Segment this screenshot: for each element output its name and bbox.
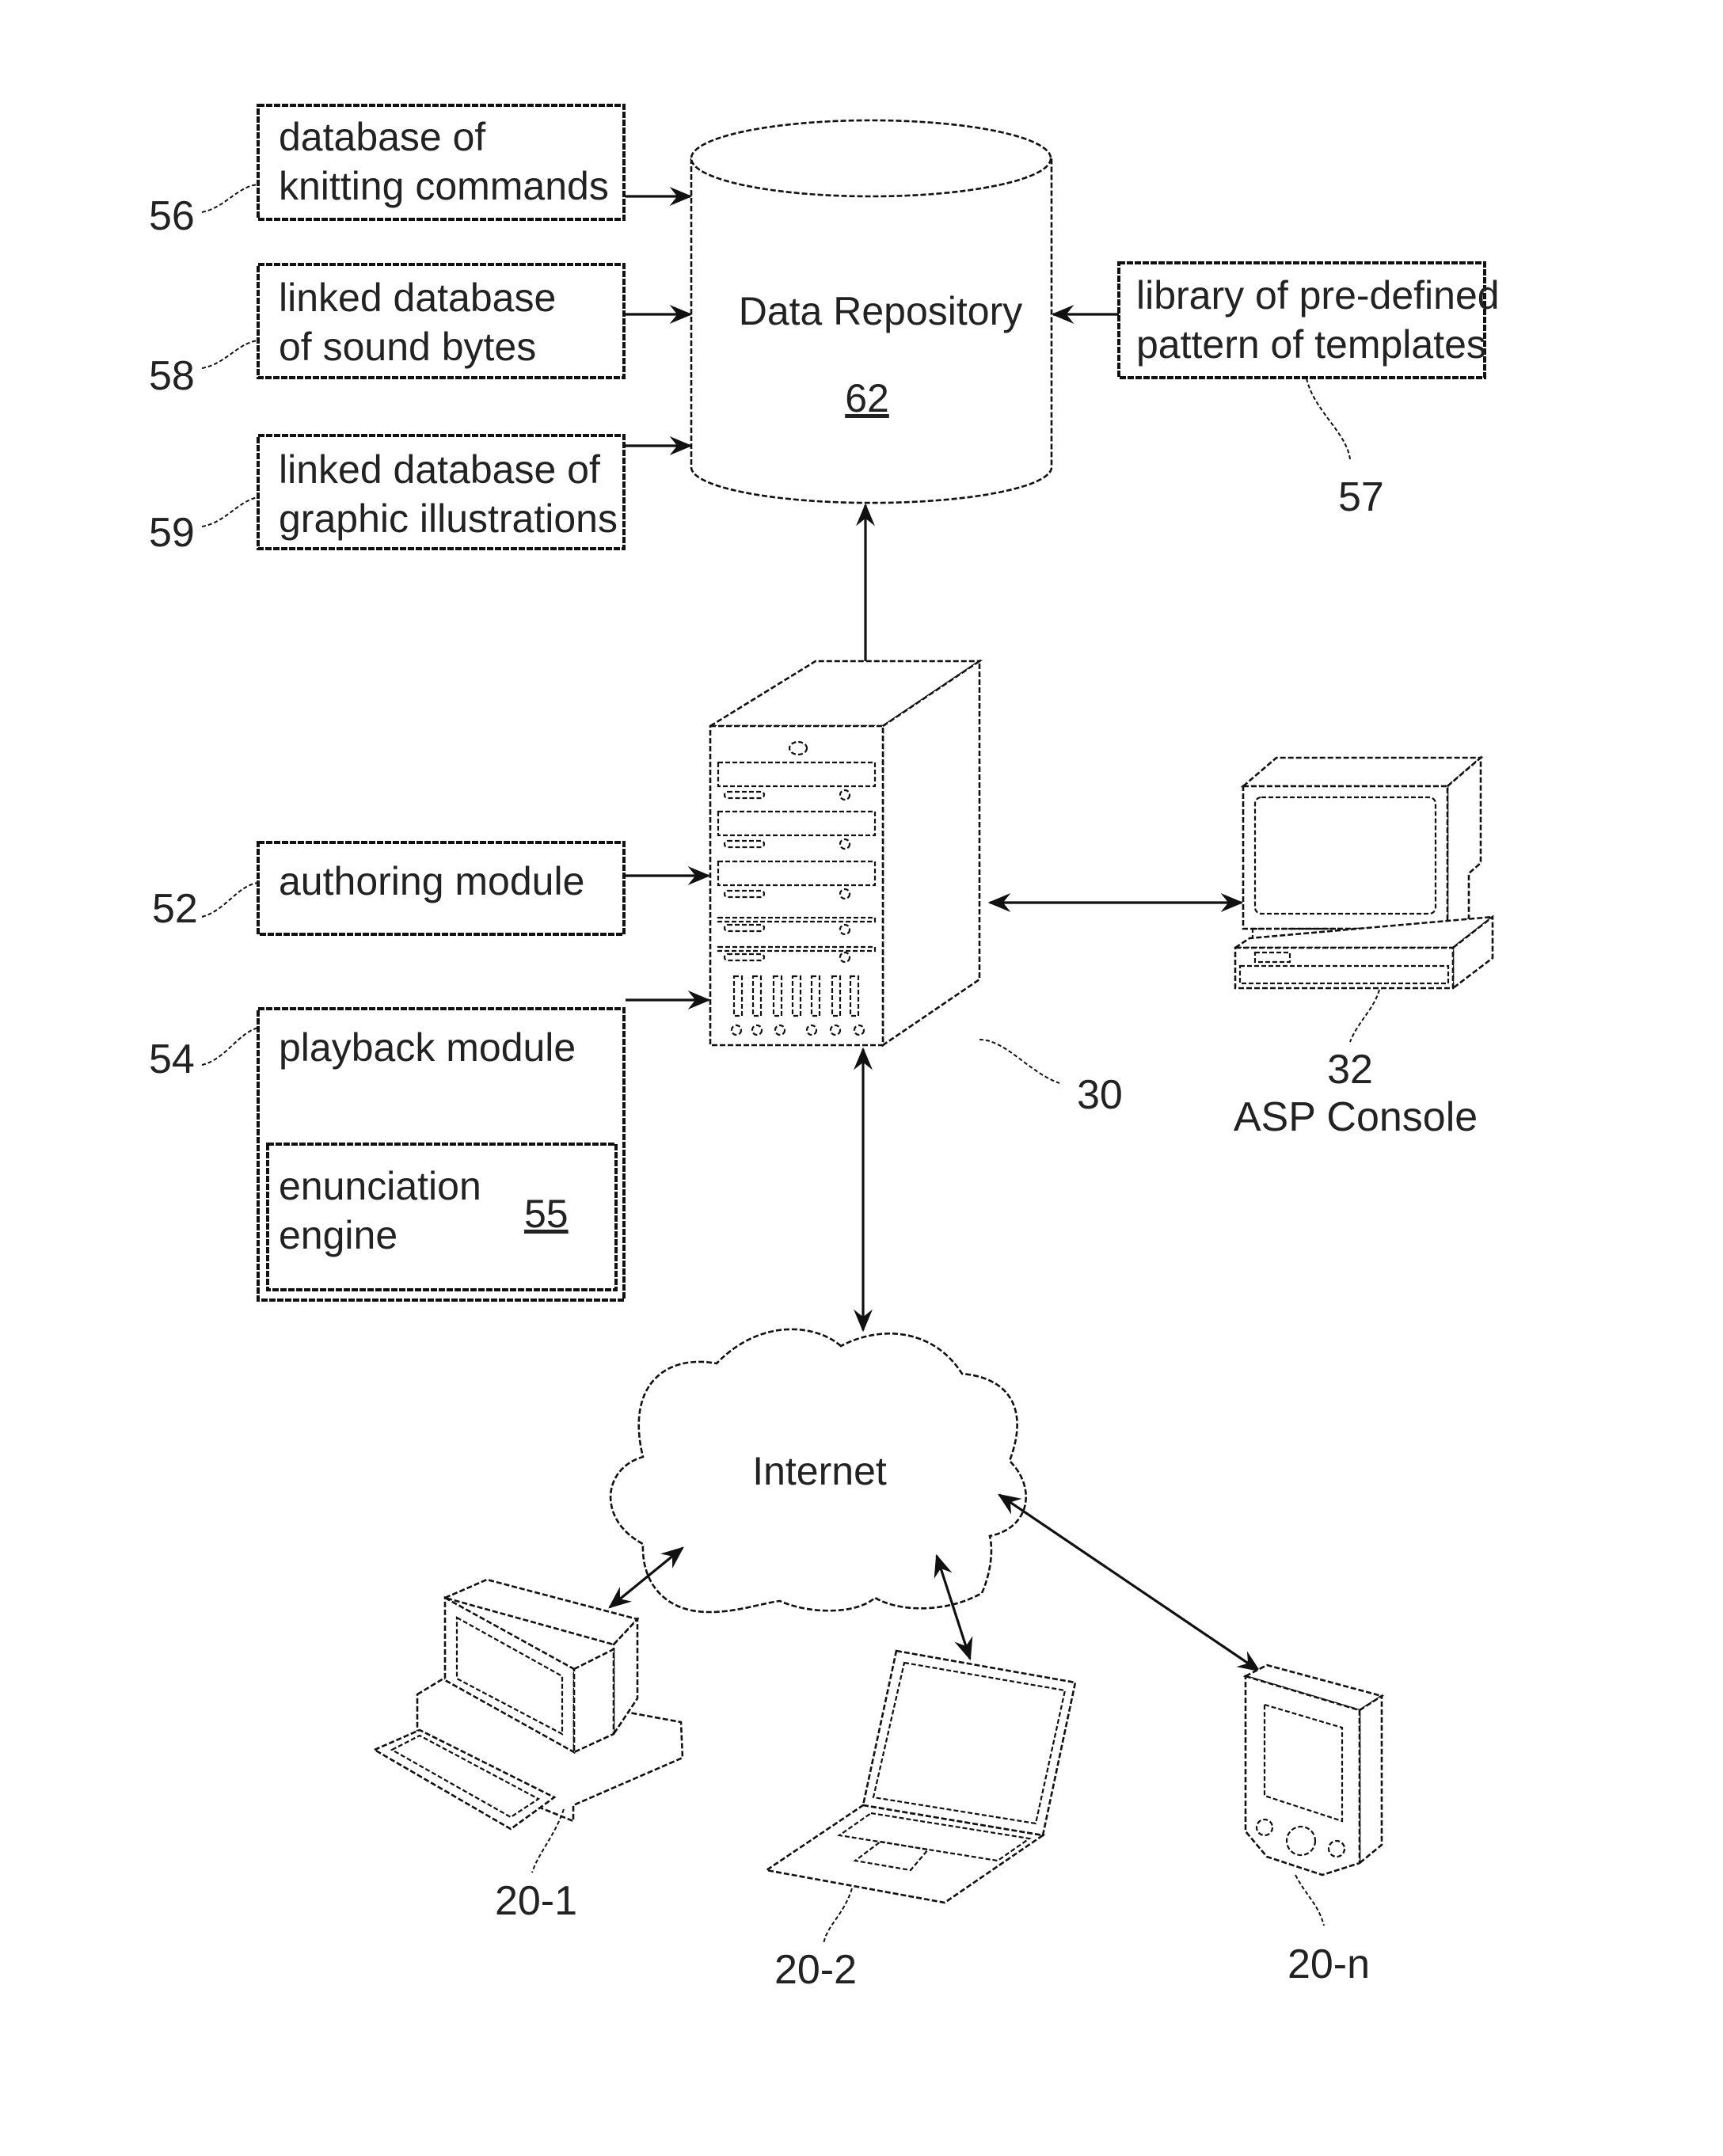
sound-bytes-line2: of sound bytes: [279, 325, 536, 369]
templates-library-line2: pattern of templates: [1136, 322, 1486, 367]
leader-54: [201, 1027, 259, 1066]
leader-20-2: [823, 1888, 853, 1945]
console-monitor-front: [1242, 785, 1449, 930]
console-monitor-top: [1240, 756, 1484, 788]
ref-59: 59: [149, 510, 195, 556]
asp-console-label: ASP Console: [1234, 1094, 1478, 1140]
ref-62: 62: [845, 376, 889, 420]
knitting-commands-line1: database of: [279, 115, 485, 159]
data-repository[interactable]: Data Repository 62: [690, 119, 1053, 504]
graphic-illustrations-box[interactable]: linked database of graphic illustrations: [257, 434, 626, 550]
internet-label: Internet: [752, 1449, 887, 1493]
ref-30: 30: [1077, 1072, 1123, 1118]
laptop-lid: [862, 1649, 1077, 1837]
ref-55: 55: [524, 1192, 569, 1236]
leader-56: [201, 184, 259, 213]
asp-console[interactable]: [1231, 755, 1497, 991]
system-diagram: Data Repository 62 database of knitting …: [149, 104, 1500, 1993]
playback-module-box[interactable]: playback module enunciation engine 55: [257, 1007, 626, 1302]
enunciation-engine-line2: engine: [279, 1213, 397, 1257]
leader-30: [979, 1039, 1060, 1084]
ref-57: 57: [1338, 474, 1384, 520]
leader-52: [201, 882, 259, 918]
desktop-client[interactable]: [372, 1578, 684, 1831]
leader-59: [201, 496, 259, 527]
templates-library-box[interactable]: library of pre-defined pattern of templa…: [1117, 261, 1500, 379]
ref-56: 56: [149, 193, 195, 239]
ref-54: 54: [149, 1036, 195, 1082]
ref-20-n: 20-n: [1287, 1941, 1370, 1987]
laptop-client[interactable]: [763, 1649, 1077, 1904]
console-base-front: [1234, 946, 1455, 990]
pda-side: [1358, 1694, 1383, 1865]
data-repository-label: Data Repository: [739, 289, 1023, 333]
arrow-internet-20-n: [998, 1493, 1261, 1672]
ref-32: 32: [1327, 1047, 1373, 1093]
leader-20-1: [531, 1808, 565, 1873]
cylinder-top: [690, 119, 1052, 198]
sound-bytes-box[interactable]: linked database of sound bytes: [257, 263, 626, 379]
ref-20-1: 20-1: [495, 1878, 577, 1924]
sound-bytes-line1: linked database: [279, 276, 556, 320]
desktop-monitor-side: [572, 1647, 615, 1755]
templates-library-line1: library of pre-defined: [1136, 273, 1500, 318]
console-monitor-side: [1446, 755, 1482, 931]
server-tower[interactable]: [706, 659, 983, 1048]
enunciation-engine-box[interactable]: enunciation engine 55: [266, 1143, 618, 1291]
leader-32: [1349, 989, 1380, 1043]
enunciation-engine-line1: enunciation: [279, 1164, 481, 1208]
pda-client[interactable]: [1242, 1664, 1385, 1877]
server-side-face: [881, 659, 981, 1048]
ref-52: 52: [152, 886, 198, 932]
ref-20-2: 20-2: [774, 1947, 857, 1993]
graphic-illustrations-line2: graphic illustrations: [279, 496, 618, 541]
knitting-commands-line2: knitting commands: [279, 164, 609, 208]
knitting-commands-box[interactable]: database of knitting commands: [257, 104, 626, 221]
leader-58: [201, 340, 259, 369]
authoring-module-label: authoring module: [279, 859, 584, 903]
internet-cloud[interactable]: Internet: [609, 1328, 1027, 1614]
graphic-illustrations-line1: linked database of: [279, 447, 600, 492]
leader-20-n: [1295, 1874, 1325, 1926]
playback-module-label: playback module: [279, 1025, 576, 1070]
leader-57: [1306, 378, 1351, 460]
authoring-module-box[interactable]: authoring module: [257, 841, 626, 936]
ref-58: 58: [149, 353, 195, 399]
